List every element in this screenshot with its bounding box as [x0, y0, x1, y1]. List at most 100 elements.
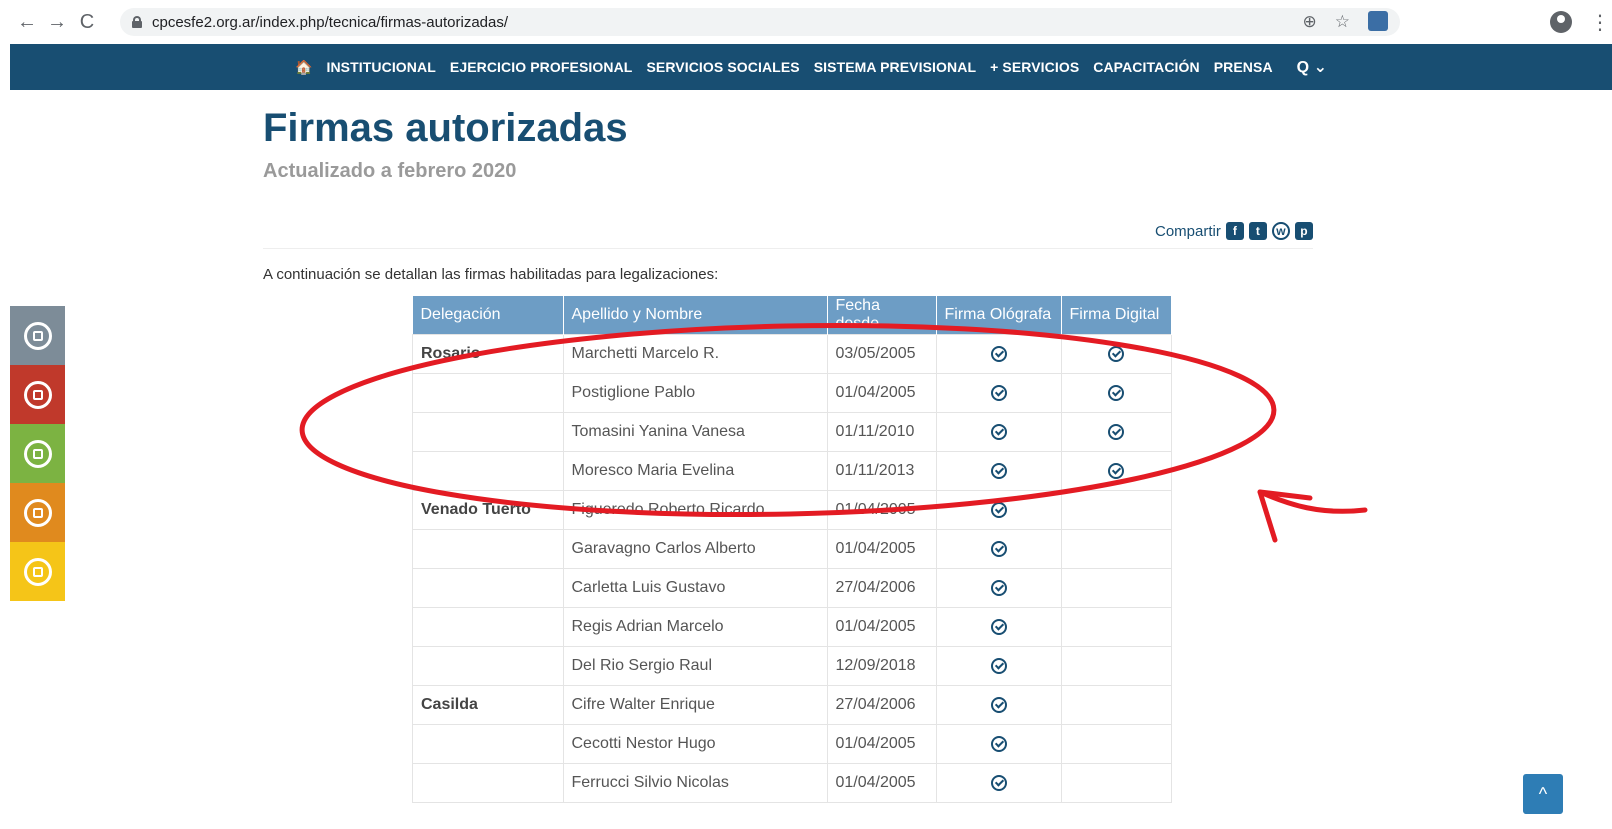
cell-firma-ologrofa: [935, 685, 1062, 725]
profile-avatar-icon[interactable]: [1550, 11, 1572, 33]
cell-delegacion: [412, 412, 564, 452]
side-quick-links: [10, 306, 65, 601]
cell-nombre: Regis Adrian Marcelo: [562, 607, 828, 647]
cell-firma-digital: [1060, 490, 1172, 530]
nav-item-capacitacion[interactable]: CAPACITACIÓN: [1093, 59, 1199, 75]
cell-delegacion: [412, 373, 564, 413]
nav-item-mas-servicios[interactable]: + SERVICIOS: [990, 59, 1079, 75]
back-arrow-icon[interactable]: ←: [12, 11, 42, 34]
cell-fecha: 27/04/2006: [826, 685, 937, 725]
cell-delegacion: Rosario: [412, 334, 564, 374]
side-button-5[interactable]: [10, 542, 65, 601]
check-circle-icon: [1108, 345, 1124, 362]
cell-fecha: 01/04/2005: [826, 607, 937, 647]
check-circle-icon: [990, 501, 1007, 518]
cell-firma-digital: [1060, 724, 1172, 764]
check-circle-icon: [990, 774, 1007, 791]
print-icon[interactable]: p: [1294, 222, 1313, 240]
nav-item-prensa[interactable]: PRENSA: [1214, 59, 1273, 75]
cell-firma-digital: [1060, 568, 1172, 608]
cell-delegacion: Casilda: [412, 685, 564, 725]
cell-firma-digital: [1060, 763, 1172, 803]
share-bar: Compartir f t w p: [1155, 222, 1313, 240]
cell-nombre: Cecotti Nestor Hugo: [562, 724, 828, 764]
extension-icon[interactable]: [1368, 11, 1388, 31]
document-icon: [23, 557, 52, 586]
check-circle-icon: [1108, 384, 1124, 401]
header-apellido-nombre: Apellido y Nombre: [563, 296, 828, 335]
nav-item-institucional[interactable]: INSTITUCIONAL: [326, 59, 435, 75]
twitter-icon[interactable]: t: [1248, 222, 1267, 240]
table-row: Postiglione Pablo 01/04/2005: [412, 373, 1172, 413]
cell-firma-ologrofa: [935, 529, 1062, 569]
cell-nombre: Tomasini Yanina Vanesa: [562, 412, 828, 452]
whatsapp-icon[interactable]: w: [1271, 222, 1290, 240]
cell-fecha: 01/11/2010: [826, 412, 937, 452]
side-button-1[interactable]: [10, 306, 65, 365]
check-circle-icon: [990, 579, 1007, 596]
cell-delegacion: [412, 568, 564, 608]
table-row: Carletta Luis Gustavo 27/04/2006: [412, 568, 1172, 608]
table-row: Moresco Maria Evelina 01/11/2013: [412, 451, 1172, 491]
zoom-icon[interactable]: ⊕: [1303, 12, 1317, 32]
annotation-arrow-head: [1257, 489, 1313, 543]
cell-fecha: 01/11/2013: [826, 451, 937, 491]
cell-firma-ologrofa: [935, 412, 1062, 452]
cell-nombre: Carletta Luis Gustavo: [562, 568, 828, 608]
cell-delegacion: Venado Tuerto: [412, 490, 564, 530]
address-bar[interactable]: cpcesfe2.org.ar/index.php/tecnica/firmas…: [120, 8, 1400, 36]
cell-firma-ologrofa: [935, 607, 1062, 647]
cell-nombre: Del Rio Sergio Raul: [562, 646, 828, 686]
scroll-to-top-button[interactable]: ^: [1523, 774, 1563, 814]
divider: [263, 248, 1313, 249]
cell-firma-ologrofa: [935, 490, 1062, 530]
side-button-4[interactable]: [10, 483, 65, 542]
forward-arrow-icon[interactable]: →: [42, 11, 72, 34]
share-label: Compartir: [1155, 222, 1221, 240]
cell-firma-digital: [1060, 412, 1172, 452]
url-text: cpcesfe2.org.ar/index.php/tecnica/firmas…: [152, 13, 509, 31]
side-button-2[interactable]: [10, 365, 65, 424]
reload-icon[interactable]: C: [72, 11, 102, 34]
table-row: Del Rio Sergio Raul 12/09/2018: [412, 646, 1172, 686]
cell-delegacion: [412, 724, 564, 764]
nav-item-ejercicio-profesional[interactable]: EJERCICIO PROFESIONAL: [450, 59, 633, 75]
cell-firma-ologrofa: [935, 568, 1062, 608]
cell-nombre: Cifre Walter Enrique: [562, 685, 828, 725]
signatures-table: Delegación Apellido y Nombre Fecha desde…: [412, 296, 1172, 803]
table-row: Tomasini Yanina Vanesa 01/11/2010: [412, 412, 1172, 452]
nav-item-servicios-sociales[interactable]: SERVICIOS SOCIALES: [646, 59, 799, 75]
search-icon[interactable]: Q ⌄: [1297, 57, 1327, 77]
check-circle-icon: [990, 462, 1007, 479]
cell-firma-ologrofa: [935, 373, 1062, 413]
table-header-row: Delegación Apellido y Nombre Fecha desde…: [412, 296, 1172, 335]
cell-fecha: 01/04/2005: [826, 529, 937, 569]
facebook-icon[interactable]: f: [1225, 222, 1244, 240]
home-users-icon: [23, 439, 52, 468]
annotation-arrow: [1257, 489, 1368, 514]
cell-fecha: 03/05/2005: [826, 334, 937, 374]
browser-toolbar: ← → C cpcesfe2.org.ar/index.php/tecnica/…: [0, 0, 1612, 44]
browser-menu-icon[interactable]: ⋮: [1590, 10, 1610, 35]
cell-firma-digital: [1060, 646, 1172, 686]
cell-fecha: 01/04/2005: [826, 724, 937, 764]
bookmark-star-icon[interactable]: ☆: [1335, 12, 1350, 32]
cell-firma-ologrofa: [935, 724, 1062, 764]
cell-fecha: 12/09/2018: [826, 646, 937, 686]
table-row: Casilda Cifre Walter Enrique 27/04/2006: [412, 685, 1172, 725]
check-circle-icon: [1108, 462, 1124, 479]
monitor-icon: [23, 321, 52, 350]
side-button-3[interactable]: [10, 424, 65, 483]
nav-item-sistema-previsional[interactable]: SISTEMA PREVISIONAL: [814, 59, 976, 75]
cell-firma-digital: [1060, 607, 1172, 647]
cell-firma-ologrofa: [935, 334, 1062, 374]
check-circle-icon: [990, 345, 1007, 362]
cell-fecha: 01/04/2005: [826, 490, 937, 530]
screen-icon: [23, 498, 52, 527]
cell-firma-ologrofa: [935, 763, 1062, 803]
home-icon[interactable]: 🏠: [295, 59, 312, 76]
cell-firma-ologrofa: [935, 646, 1062, 686]
header-delegacion: Delegación: [412, 296, 564, 335]
cell-delegacion: [412, 451, 564, 491]
page-subtitle: Actualizado a febrero 2020: [263, 160, 517, 182]
